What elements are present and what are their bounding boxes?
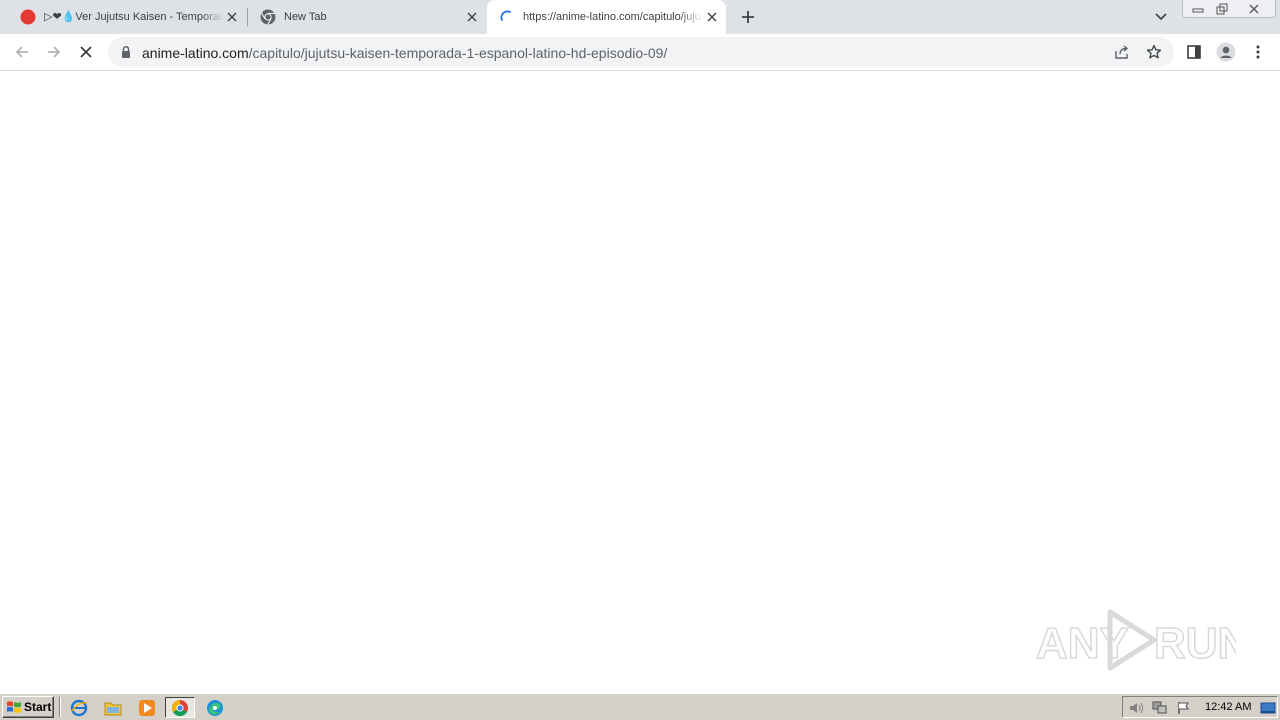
tab-new-tab[interactable]: New Tab (248, 0, 486, 34)
minimize-icon (1192, 8, 1204, 13)
restore-icon (1216, 3, 1228, 15)
close-tab-icon[interactable] (464, 9, 480, 25)
tab-anime-latino-loading[interactable]: https://anime-latino.com/capitulo/jujuts… (487, 0, 726, 34)
plus-icon (742, 11, 754, 23)
watermark-left-text: ANY (1036, 619, 1129, 668)
bookmark-button[interactable] (1142, 40, 1166, 64)
tab-title: https://anime-latino.com/capitulo/jujuts… (523, 10, 703, 24)
anyrun-watermark: ANY RUN (1035, 604, 1250, 674)
file-explorer-icon (104, 702, 122, 715)
edge-button[interactable] (200, 697, 230, 718)
tab-jujutsu-kaisen[interactable]: ▷❤💧Ver Jujutsu Kaisen - Temporada 1 (8, 0, 246, 34)
taskbar: Start 12:42 AM (0, 693, 1280, 720)
close-icon (1249, 4, 1259, 14)
chrome-icon (260, 9, 276, 25)
star-icon (1146, 44, 1162, 59)
chevron-down-icon (1155, 13, 1167, 21)
arrow-right-icon (48, 46, 61, 58)
tab-title: ▷❤💧Ver Jujutsu Kaisen - Temporada 1 (44, 10, 224, 24)
tab-strip: ▷❤💧Ver Jujutsu Kaisen - Temporada 1 New … (0, 0, 1280, 34)
url-domain: anime-latino.com (142, 45, 249, 61)
avatar-icon (1216, 42, 1236, 62)
new-tab-button[interactable] (736, 5, 760, 29)
minimize-button[interactable] (1185, 0, 1211, 18)
start-label: Start (24, 700, 52, 714)
media-player-icon (139, 699, 155, 716)
address-bar[interactable]: anime-latino.com/capitulo/jujutsu-kaisen… (108, 37, 1174, 67)
media-player-button[interactable] (132, 697, 162, 718)
chrome-taskbar-button[interactable] (165, 697, 195, 718)
page-content (0, 72, 1280, 692)
volume-icon[interactable] (1127, 700, 1145, 716)
tab-title: New Tab (284, 10, 464, 24)
watermark-right-text: RUN (1154, 619, 1236, 668)
site-favicon-icon (20, 9, 36, 25)
show-desktop-icon[interactable] (1259, 700, 1277, 716)
side-panel-icon (1187, 45, 1201, 59)
menu-button[interactable] (1246, 40, 1270, 64)
close-tab-icon[interactable] (224, 9, 240, 25)
side-panel-button[interactable] (1182, 40, 1206, 64)
arrow-left-icon (15, 46, 28, 58)
forward-button[interactable] (42, 40, 66, 64)
clock[interactable]: 12:42 AM (1205, 701, 1251, 713)
browser-toolbar: anime-latino.com/capitulo/jujutsu-kaisen… (0, 34, 1280, 71)
chrome-icon (172, 699, 188, 716)
url-text: anime-latino.com/capitulo/jujutsu-kaisen… (142, 45, 667, 61)
url-path: /capitulo/jujutsu-kaisen-temporada-1-esp… (248, 45, 668, 61)
network-icon[interactable] (1151, 700, 1169, 716)
restore-button[interactable] (1209, 0, 1235, 18)
lock-icon[interactable] (120, 45, 132, 59)
share-icon (1115, 45, 1129, 59)
internet-explorer-button[interactable] (64, 697, 94, 718)
start-button[interactable]: Start (2, 696, 54, 718)
kebab-menu-icon (1256, 45, 1260, 59)
window-controls (1182, 0, 1276, 18)
system-tray: 12:42 AM (1122, 696, 1278, 718)
file-explorer-button[interactable] (98, 697, 128, 718)
back-button[interactable] (10, 40, 34, 64)
tab-search-button[interactable] (1150, 6, 1172, 28)
profile-button[interactable] (1214, 40, 1238, 64)
stop-x-icon (80, 46, 92, 58)
windows-logo-icon (6, 700, 22, 714)
loading-spinner-icon (499, 9, 515, 25)
close-tab-icon[interactable] (704, 9, 720, 25)
stop-loading-button[interactable] (74, 40, 98, 64)
taskbar-separator (59, 697, 61, 717)
internet-explorer-icon (70, 699, 88, 716)
share-button[interactable] (1110, 40, 1134, 64)
edge-icon (207, 699, 223, 716)
close-window-button[interactable] (1241, 0, 1267, 18)
action-center-flag-icon[interactable] (1175, 700, 1193, 716)
